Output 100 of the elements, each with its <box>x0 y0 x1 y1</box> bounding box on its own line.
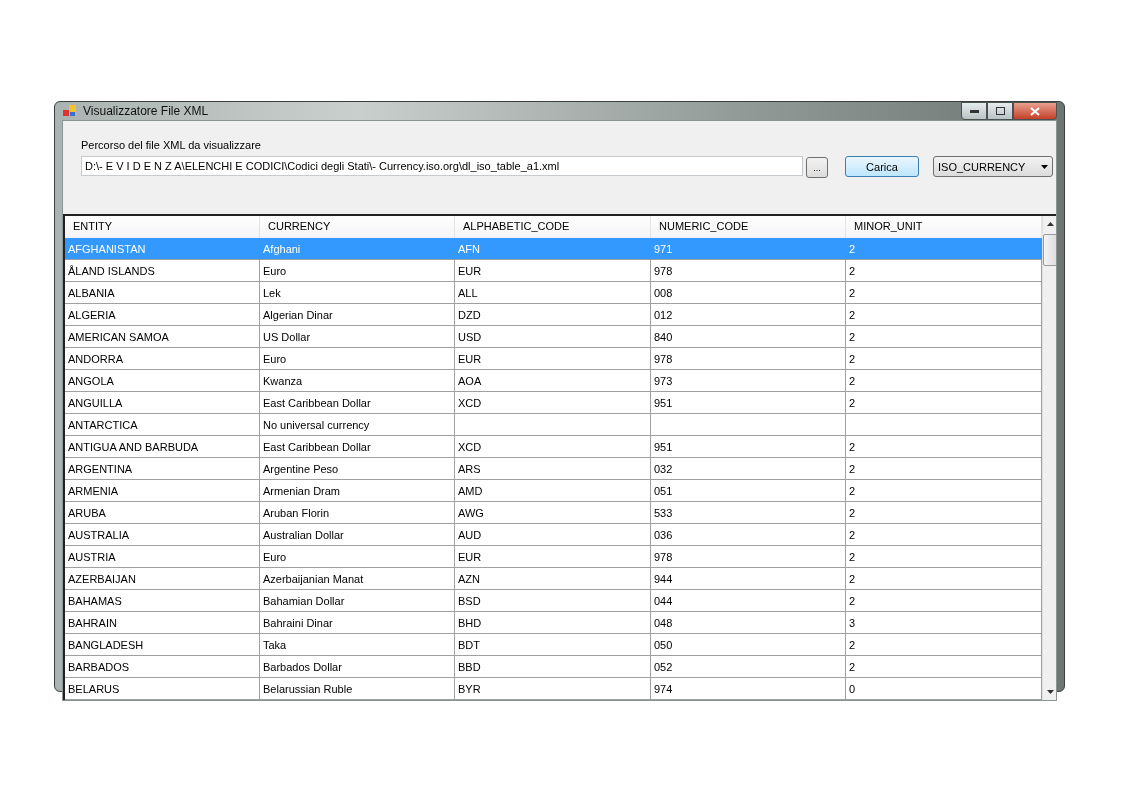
table-cell: No universal currency <box>260 414 455 436</box>
table-cell: 2 <box>846 348 1042 370</box>
table-cell: Australian Dollar <box>260 524 455 546</box>
table-cell: USD <box>455 326 651 348</box>
table-cell: Belarussian Ruble <box>260 678 455 700</box>
table-cell: AFN <box>455 238 651 260</box>
table-cell: ÅLAND ISLANDS <box>65 260 260 282</box>
table-cell: Lek <box>260 282 455 304</box>
close-icon <box>1030 106 1040 116</box>
table-cell: 2 <box>846 238 1042 260</box>
column-header[interactable]: ENTITY <box>65 216 260 238</box>
path-field[interactable]: D:\- E V I D E N Z A\ELENCHI E CODICI\Codici degli Stati\- Currency.iso.org\dl_iso_table_a1.xml <box>81 155 803 176</box>
table-cell: Euro <box>260 348 455 370</box>
table-cell: ANGUILLA <box>65 392 260 414</box>
table-cell: Euro <box>260 260 455 282</box>
table-cell: US Dollar <box>260 326 455 348</box>
table-cell: 951 <box>651 392 846 414</box>
table-dropdown[interactable]: ISO_CURRENCY <box>933 156 1053 177</box>
load-button[interactable]: Carica <box>845 156 919 177</box>
table-cell: 2 <box>846 304 1042 326</box>
table-cell: Argentine Peso <box>260 458 455 480</box>
table-cell: Algerian Dinar <box>260 304 455 326</box>
column-header[interactable]: ALPHABETIC_CODE <box>455 216 651 238</box>
table-cell: Bahraini Dinar <box>260 612 455 634</box>
table-cell: DZD <box>455 304 651 326</box>
table-cell: 044 <box>651 590 846 612</box>
table-cell: ARUBA <box>65 502 260 524</box>
table-cell: 2 <box>846 546 1042 568</box>
table-cell: Euro <box>260 546 455 568</box>
table-cell: 978 <box>651 260 846 282</box>
table-cell: 051 <box>651 480 846 502</box>
scroll-up-icon[interactable] <box>1047 222 1054 226</box>
table-cell: BAHAMAS <box>65 590 260 612</box>
table-cell: BELARUS <box>65 678 260 700</box>
table-cell: 2 <box>846 480 1042 502</box>
table-cell: BSD <box>455 590 651 612</box>
scroll-down-icon[interactable] <box>1047 690 1054 694</box>
table-cell: 978 <box>651 348 846 370</box>
column-header[interactable]: NUMERIC_CODE <box>651 216 846 238</box>
table-cell: ALBANIA <box>65 282 260 304</box>
vertical-scrollbar[interactable] <box>1042 216 1056 700</box>
table-cell: BANGLADESH <box>65 634 260 656</box>
table-cell: 971 <box>651 238 846 260</box>
table-cell: 533 <box>651 502 846 524</box>
table-cell: XCD <box>455 436 651 458</box>
table-cell: 008 <box>651 282 846 304</box>
table-cell: ALL <box>455 282 651 304</box>
table-cell: Aruban Florin <box>260 502 455 524</box>
table-cell: AZN <box>455 568 651 590</box>
table-cell: 2 <box>846 392 1042 414</box>
maximize-button[interactable] <box>987 102 1013 120</box>
table-cell: 2 <box>846 370 1042 392</box>
column-header[interactable]: CURRENCY <box>260 216 455 238</box>
table-cell: ARGENTINA <box>65 458 260 480</box>
table-cell: 2 <box>846 524 1042 546</box>
table-cell: AMERICAN SAMOA <box>65 326 260 348</box>
table-cell: EUR <box>455 546 651 568</box>
table-cell: BYR <box>455 678 651 700</box>
table-cell: 2 <box>846 634 1042 656</box>
table-cell: AUD <box>455 524 651 546</box>
table-cell: 2 <box>846 260 1042 282</box>
table-cell: BDT <box>455 634 651 656</box>
table-cell: EUR <box>455 260 651 282</box>
table-cell: EUR <box>455 348 651 370</box>
browse-button[interactable]: ... <box>806 157 828 178</box>
table-cell: AMD <box>455 480 651 502</box>
table-cell: BAHRAIN <box>65 612 260 634</box>
table-cell: 840 <box>651 326 846 348</box>
table-cell: 978 <box>651 546 846 568</box>
table-cell: 032 <box>651 458 846 480</box>
app-icon <box>63 105 77 117</box>
scrollbar-thumb[interactable] <box>1043 234 1056 266</box>
table-cell: East Caribbean Dollar <box>260 392 455 414</box>
table-cell: ANDORRA <box>65 348 260 370</box>
table-cell: 2 <box>846 282 1042 304</box>
table-cell: AZERBAIJAN <box>65 568 260 590</box>
table-cell: ALGERIA <box>65 304 260 326</box>
table-cell: BARBADOS <box>65 656 260 678</box>
table-cell: 974 <box>651 678 846 700</box>
table-cell: 973 <box>651 370 846 392</box>
maximize-icon <box>995 107 1005 115</box>
table-cell: ANTIGUA AND BARBUDA <box>65 436 260 458</box>
table-cell: Kwanza <box>260 370 455 392</box>
table-cell: ANTARCTICA <box>65 414 260 436</box>
table-cell: 2 <box>846 568 1042 590</box>
path-label: Percorso del file XML da visualizzare <box>81 139 262 151</box>
table-cell: ARMENIA <box>65 480 260 502</box>
table-cell: 0 <box>846 678 1042 700</box>
table-cell: 2 <box>846 590 1042 612</box>
table-cell: 2 <box>846 326 1042 348</box>
close-button[interactable] <box>1013 102 1057 120</box>
table-cell: 048 <box>651 612 846 634</box>
minimize-button[interactable] <box>961 102 987 120</box>
table-cell: Armenian Dram <box>260 480 455 502</box>
column-header[interactable]: MINOR_UNIT <box>846 216 1042 238</box>
table-cell: 2 <box>846 458 1042 480</box>
table-cell: 2 <box>846 656 1042 678</box>
table-cell: Bahamian Dollar <box>260 590 455 612</box>
table-cell: BHD <box>455 612 651 634</box>
table-cell: 944 <box>651 568 846 590</box>
